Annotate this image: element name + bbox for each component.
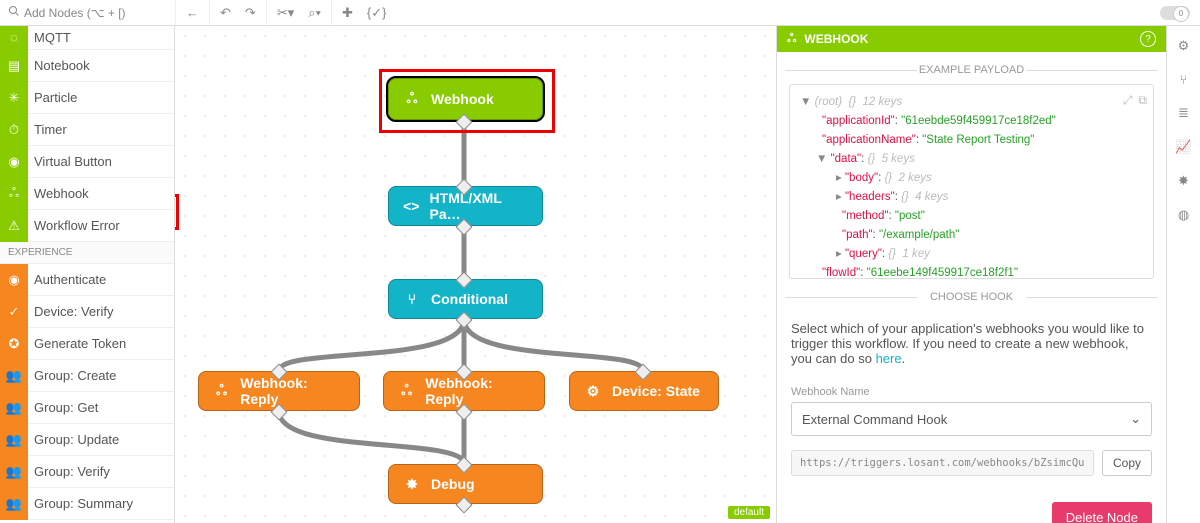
palette-item-group-summary[interactable]: 👥Group: Summary <box>0 488 174 520</box>
palette-item-group-update[interactable]: 👥Group: Update <box>0 424 174 456</box>
node-label: Webhook: Reply <box>240 375 345 407</box>
button-icon: ◉ <box>0 146 28 178</box>
expand-icon[interactable]: ⤢ <box>1123 91 1133 111</box>
undo-button[interactable]: ↶ <box>216 3 235 23</box>
workflow-canvas[interactable]: ஃ Webhook <> HTML/XML Pa… ⑂ Conditional … <box>175 26 776 523</box>
panel-title: WEBHOOK <box>804 32 868 46</box>
node-label: Debug <box>431 476 475 492</box>
choose-hook-heading: CHOOSE HOOK <box>777 291 1166 303</box>
group-verify-icon: 👥 <box>0 456 28 488</box>
gear-icon[interactable]: ⚙ <box>1178 38 1190 54</box>
bug-icon: ✸ <box>403 475 421 493</box>
branch-icon: ⑂ <box>403 290 421 308</box>
node-webhook[interactable]: ஃ Webhook <box>388 78 543 120</box>
globe-icon[interactable]: ◍ <box>1178 207 1189 223</box>
help-icon[interactable]: ? <box>1140 31 1156 47</box>
error-icon: ⚠ <box>0 210 28 242</box>
bracket-button[interactable]: {✓} <box>363 3 391 23</box>
palette-item-workflow-error[interactable]: ⚠Workflow Error <box>0 210 174 242</box>
palette-item-timer[interactable]: ⏱Timer <box>0 114 174 146</box>
node-label: HTML/XML Pa… <box>430 190 528 222</box>
palette-item-group-verify[interactable]: 👥Group: Verify <box>0 456 174 488</box>
notebook-icon: ▤ <box>0 50 28 82</box>
palette-item-group-get[interactable]: 👥Group: Get <box>0 392 174 424</box>
create-webhook-link[interactable]: here <box>876 351 902 366</box>
payload-tools: ⤢ ⧉ <box>1123 91 1147 111</box>
delete-node-button[interactable]: Delete Node <box>1052 502 1152 523</box>
top-toolbar: Add Nodes (⌥ + [) ← ↶ ↷ ✂▾ ⌕▾ ✚ {✓} <box>0 0 1200 26</box>
cut-menu[interactable]: ✂▾ <box>273 3 298 23</box>
palette-item-virtual-button[interactable]: ◉Virtual Button <box>0 146 174 178</box>
group-summary-icon: 👥 <box>0 488 28 520</box>
copy-url-button[interactable]: Copy <box>1102 450 1152 476</box>
palette-item-group-create[interactable]: 👥Group: Create <box>0 360 174 392</box>
node-label: Webhook: Reply <box>425 375 530 407</box>
search-icon <box>8 5 20 20</box>
node-label: Webhook <box>431 91 494 107</box>
palette-item-mqtt[interactable]: ◌MQTT <box>0 26 174 50</box>
redo-button[interactable]: ↷ <box>241 3 260 23</box>
key-icon: ✪ <box>0 328 28 360</box>
choose-hook-text: Select which of your application's webho… <box>777 311 1166 376</box>
timer-icon: ⏱ <box>0 114 28 146</box>
palette-item-webhook[interactable]: ஃWebhook <box>0 178 174 210</box>
palette-item-authenticate[interactable]: ◉Authenticate <box>0 264 174 296</box>
webhook-url-field[interactable] <box>791 450 1094 476</box>
panel-header: ஃ WEBHOOK ? <box>777 26 1166 52</box>
group-get-icon: 👥 <box>0 392 28 424</box>
node-label: Device: State <box>612 383 700 399</box>
webhook-icon: ஃ <box>787 31 796 47</box>
back-button[interactable]: ← <box>182 3 203 22</box>
branch-icon[interactable]: ⑂ <box>1180 72 1188 87</box>
section-experience: EXPERIENCE <box>0 242 174 264</box>
example-payload[interactable]: ⤢ ⧉ ▼ (root) {} 12 keys "applicationId":… <box>789 84 1154 279</box>
code-icon: <> <box>403 197 420 215</box>
webhook-icon: ஃ <box>403 90 421 108</box>
webhook-icon: ஃ <box>0 178 28 210</box>
right-tool-rail: ⚙ ⑂ ≣ 📈 ✸ ◍ <box>1166 26 1200 523</box>
webhook-name-select[interactable]: External Command Hook ⌄ <box>791 402 1152 436</box>
particle-icon: ✳ <box>0 82 28 114</box>
palette-item-generate-token[interactable]: ✪Generate Token <box>0 328 174 360</box>
enabled-toggle[interactable] <box>1160 6 1190 20</box>
device-verify-icon: ✓ <box>0 296 28 328</box>
gear-icon: ⚙ <box>584 382 602 400</box>
webhook-icon: ஃ <box>213 382 230 400</box>
palette-item-notebook[interactable]: ▤Notebook <box>0 50 174 82</box>
group-create-icon: 👥 <box>0 360 28 392</box>
chart-icon[interactable]: 📈 <box>1175 139 1191 155</box>
default-tag: default <box>728 506 770 519</box>
add-nodes-search[interactable]: Add Nodes (⌥ + [) <box>0 5 175 20</box>
example-payload-heading: EXAMPLE PAYLOAD <box>777 64 1166 76</box>
search-placeholder: Add Nodes (⌥ + [) <box>24 6 126 20</box>
database-icon[interactable]: ≣ <box>1178 105 1189 121</box>
bug-icon[interactable]: ✸ <box>1178 173 1189 189</box>
node-label: Conditional <box>431 291 508 307</box>
fingerprint-icon: ◉ <box>0 264 28 296</box>
add-button[interactable]: ✚ <box>338 3 357 23</box>
copy-payload-icon[interactable]: ⧉ <box>1138 91 1147 111</box>
webhook-icon: ஃ <box>398 382 415 400</box>
palette-item-device-verify[interactable]: ✓Device: Verify <box>0 296 174 328</box>
webhook-name-label: Webhook Name <box>791 386 1152 398</box>
zoom-menu[interactable]: ⌕▾ <box>304 3 325 23</box>
palette-item-particle[interactable]: ✳Particle <box>0 82 174 114</box>
group-update-icon: 👥 <box>0 424 28 456</box>
select-value: External Command Hook <box>802 412 947 427</box>
properties-panel: ஃ WEBHOOK ? EXAMPLE PAYLOAD ⤢ ⧉ ▼ (root)… <box>776 26 1166 523</box>
node-palette: ◌MQTT ▤Notebook ✳Particle ⏱Timer ◉Virtua… <box>0 26 175 523</box>
chevron-down-icon: ⌄ <box>1130 411 1141 427</box>
